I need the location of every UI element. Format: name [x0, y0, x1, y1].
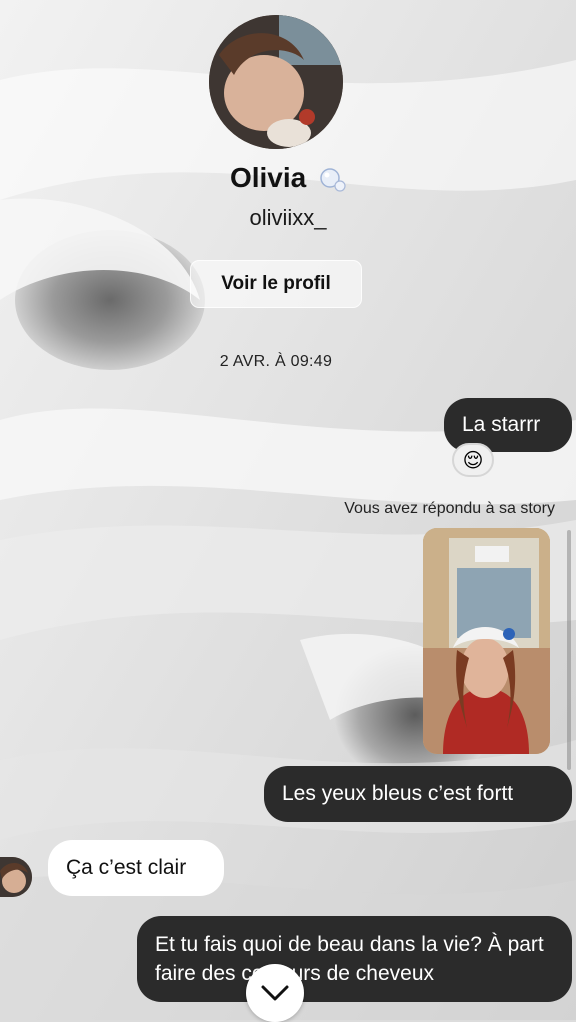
outgoing-message[interactable]: Et tu fais quoi de beau dans la vie? À p…: [137, 916, 572, 1002]
profile-avatar[interactable]: [209, 15, 343, 149]
message-text: Les yeux bleus c’est fortt: [282, 782, 514, 805]
incoming-message[interactable]: Ça c’est clair: [48, 840, 224, 896]
bubbles-icon: [320, 167, 346, 192]
thread-timestamp: 2 AVR. À 09:49: [219, 353, 333, 370]
message-text: Ça c’est clair: [66, 856, 187, 879]
chevron-down-icon: [261, 985, 289, 1001]
message-text: La starrr: [462, 413, 541, 436]
story-reply-note: Vous avez répondu à sa story: [344, 500, 555, 517]
profile-name-text: Olivia: [229, 162, 307, 193]
profile-username: oliviixx_: [249, 205, 327, 230]
story-reply-image[interactable]: [423, 528, 550, 754]
avatar-photo: [209, 15, 343, 149]
view-profile-button[interactable]: Voir le profil: [190, 260, 362, 308]
relieved-face-icon: 😌: [462, 449, 484, 472]
profile-name: Olivia: [0, 162, 576, 194]
scroll-to-bottom-button[interactable]: [246, 964, 304, 1022]
message-reaction[interactable]: 😌: [452, 443, 494, 477]
story-photo: [423, 528, 550, 754]
scrollbar[interactable]: [567, 530, 571, 770]
outgoing-message[interactable]: Les yeux bleus c’est fortt: [264, 766, 572, 822]
message-text: Et tu fais quoi de beau dans la vie? À p…: [155, 933, 544, 985]
